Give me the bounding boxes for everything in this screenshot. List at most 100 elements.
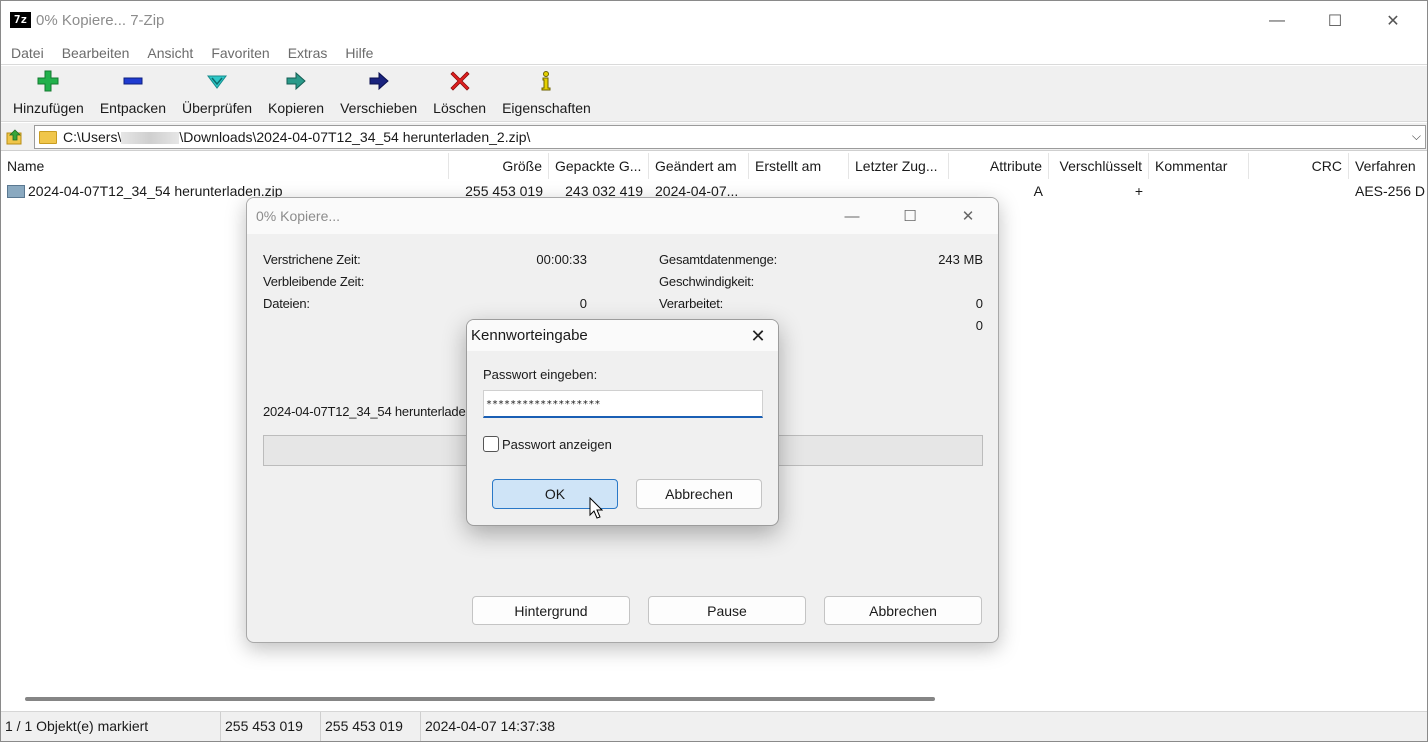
move-label: Verschieben bbox=[340, 100, 418, 116]
title-bar[interactable]: 7z 0% Kopiere... 7-Zip — ☐ ✕ bbox=[1, 1, 1427, 41]
copy-label: Kopieren bbox=[268, 100, 325, 116]
password-dialog-title: Kennworteingabe bbox=[471, 327, 588, 344]
copy-arrow-icon bbox=[285, 70, 307, 92]
delete-icon bbox=[449, 70, 471, 92]
progress-minimize-button[interactable]: — bbox=[823, 198, 881, 234]
address-path: C:\Users\ \Downloads\2024-04-07T12_34_54 … bbox=[63, 129, 530, 145]
minus-icon bbox=[122, 70, 144, 92]
delete-button[interactable]: Löschen bbox=[425, 66, 494, 121]
processed-value: 0 bbox=[975, 296, 983, 311]
test-label: Überprüfen bbox=[182, 100, 253, 116]
status-date: 2024-04-07 14:37:38 bbox=[425, 718, 555, 734]
processed-label: Verarbeitet: bbox=[659, 296, 724, 311]
folder-up-icon bbox=[6, 129, 22, 145]
address-path-prefix: C:\Users\ bbox=[63, 129, 122, 145]
menu-extras[interactable]: Extras bbox=[279, 41, 337, 64]
close-button[interactable]: ✕ bbox=[1364, 1, 1422, 41]
column-encrypted[interactable]: Verschlüsselt bbox=[1049, 153, 1149, 179]
add-label: Hinzufügen bbox=[13, 100, 84, 116]
list-header: Name Größe Gepackte G... Geändert am Ers… bbox=[1, 153, 1427, 179]
test-button[interactable]: Überprüfen bbox=[174, 66, 260, 121]
menu-favoriten[interactable]: Favoriten bbox=[202, 41, 278, 64]
chevron-down-icon[interactable]: ⌵ bbox=[1412, 129, 1421, 144]
address-bar: C:\Users\ \Downloads\2024-04-07T12_34_54 … bbox=[1, 123, 1427, 151]
elapsed-value: 00:00:33 bbox=[536, 252, 587, 267]
app-logo-icon: 7z bbox=[10, 12, 31, 28]
progress-dialog-title: 0% Kopiere... bbox=[256, 208, 341, 224]
pause-button[interactable]: Pause bbox=[648, 596, 806, 625]
copy-button[interactable]: Kopieren bbox=[260, 66, 332, 121]
menu-ansicht[interactable]: Ansicht bbox=[138, 41, 202, 64]
info-icon bbox=[535, 70, 557, 92]
password-dialog: Kennworteingabe ✕ Passwort eingeben: Pas… bbox=[466, 319, 779, 526]
scrollbar-thumb[interactable] bbox=[25, 697, 935, 701]
menu-hilfe[interactable]: Hilfe bbox=[336, 41, 382, 64]
minimize-button[interactable]: — bbox=[1248, 1, 1306, 41]
files-label: Dateien: bbox=[263, 296, 310, 311]
show-password-checkbox[interactable] bbox=[483, 436, 499, 452]
files-value: 0 bbox=[579, 296, 587, 311]
column-size[interactable]: Größe bbox=[449, 153, 549, 179]
plus-icon bbox=[37, 70, 59, 92]
show-password-row[interactable]: Passwort anzeigen bbox=[483, 436, 612, 452]
properties-button[interactable]: Eigenschaften bbox=[494, 66, 599, 121]
remaining-label: Verbleibende Zeit: bbox=[263, 274, 365, 289]
column-packed-size[interactable]: Gepackte G... bbox=[549, 153, 649, 179]
column-crc[interactable]: CRC bbox=[1249, 153, 1349, 179]
close-icon[interactable]: ✕ bbox=[744, 323, 772, 349]
move-arrow-icon bbox=[368, 70, 390, 92]
progress-dialog-title-bar[interactable]: 0% Kopiere... — ☐ ✕ bbox=[247, 198, 998, 234]
status-bar: 1 / 1 Objekt(e) markiert 255 453 019 255… bbox=[1, 711, 1427, 741]
speed-label: Geschwindigkeit: bbox=[659, 274, 755, 289]
extract-button[interactable]: Entpacken bbox=[92, 66, 174, 121]
maximize-button[interactable]: ☐ bbox=[1306, 1, 1364, 41]
column-name[interactable]: Name bbox=[1, 153, 449, 179]
move-button[interactable]: Verschieben bbox=[332, 66, 425, 121]
folder-up-button[interactable] bbox=[5, 127, 25, 147]
extract-label: Entpacken bbox=[99, 100, 166, 116]
address-path-suffix: \Downloads\2024-04-07T12_34_54 herunterl… bbox=[179, 129, 531, 145]
cell-method: AES-256 D bbox=[1355, 183, 1426, 199]
horizontal-scrollbar[interactable] bbox=[1, 689, 1427, 709]
column-method[interactable]: Verfahren bbox=[1349, 153, 1427, 179]
password-dialog-title-bar[interactable]: Kennworteingabe ✕ bbox=[467, 320, 778, 351]
cancel-progress-button[interactable]: Abbrechen bbox=[824, 596, 982, 625]
total-label: Gesamtdatenmenge: bbox=[659, 252, 778, 267]
redacted-username bbox=[121, 132, 180, 145]
folder-icon bbox=[39, 131, 57, 144]
total-value: 243 MB bbox=[938, 252, 983, 267]
menu-bearbeiten[interactable]: Bearbeiten bbox=[53, 41, 139, 64]
column-comment[interactable]: Kommentar bbox=[1149, 153, 1249, 179]
add-button[interactable]: Hinzufügen bbox=[5, 66, 92, 121]
elapsed-label: Verstrichene Zeit: bbox=[263, 252, 361, 267]
cell-crc bbox=[1249, 181, 1349, 201]
cell-name-text: 2024-04-07T12_34_54 herunterladen.zip bbox=[28, 183, 283, 199]
menu-bar: Datei Bearbeiten Ansicht Favoriten Extra… bbox=[1, 41, 1427, 65]
show-password-label[interactable]: Passwort anzeigen bbox=[502, 437, 612, 452]
zip-file-icon bbox=[7, 185, 25, 198]
password-prompt: Passwort eingeben: bbox=[483, 367, 598, 382]
toolbar: Hinzufügen Entpacken Überprüfen Kopieren… bbox=[1, 66, 1427, 122]
status-selected: 1 / 1 Objekt(e) markiert bbox=[1, 712, 221, 741]
column-attributes[interactable]: Attribute bbox=[949, 153, 1049, 179]
properties-label: Eigenschaften bbox=[502, 100, 591, 116]
cancel-button[interactable]: Abbrechen bbox=[636, 479, 762, 509]
address-field[interactable]: C:\Users\ \Downloads\2024-04-07T12_34_54 … bbox=[34, 125, 1426, 149]
column-accessed[interactable]: Letzter Zug... bbox=[849, 153, 949, 179]
extra-value: 0 bbox=[975, 318, 983, 333]
cell-encrypted: + bbox=[1134, 183, 1143, 199]
status-packed: 255 453 019 bbox=[321, 712, 421, 741]
column-created[interactable]: Erstellt am bbox=[749, 153, 849, 179]
password-input[interactable] bbox=[483, 390, 763, 418]
delete-label: Löschen bbox=[433, 100, 487, 116]
menu-datei[interactable]: Datei bbox=[1, 41, 53, 64]
background-button[interactable]: Hintergrund bbox=[472, 596, 630, 625]
cell-comment bbox=[1149, 181, 1249, 201]
current-file: 2024-04-07T12_34_54 herunterladen bbox=[263, 404, 473, 419]
progress-maximize-button[interactable]: ☐ bbox=[881, 198, 939, 234]
status-size: 255 453 019 bbox=[221, 712, 321, 741]
mouse-cursor-icon bbox=[589, 497, 603, 519]
progress-close-button[interactable]: ✕ bbox=[939, 198, 997, 234]
check-icon bbox=[206, 70, 228, 92]
column-modified[interactable]: Geändert am bbox=[649, 153, 749, 179]
